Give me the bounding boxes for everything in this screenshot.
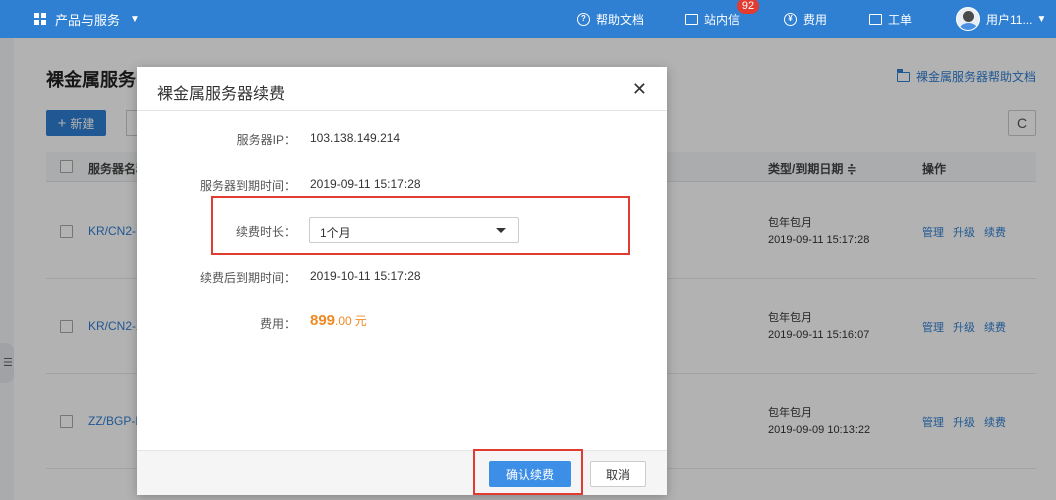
new-expire-label: 续费后到期时间： [199, 271, 296, 285]
avatar [956, 7, 980, 31]
new-expire-row: 续费后到期时间： 2019-10-11 15:17:28 [137, 269, 667, 289]
user-menu[interactable]: 用户11... ▼ [956, 0, 1046, 38]
chevron-down-icon: ▼ [130, 13, 140, 25]
expire-label: 服务器到期时间： [199, 179, 296, 193]
messages-label: 站内信 [704, 12, 741, 27]
dialog-header: 裸金属服务器续费 ✕ [137, 67, 667, 111]
expire-value: 2019-09-11 15:17:28 [310, 177, 421, 191]
chevron-down-icon: ▼ [1036, 13, 1047, 25]
user-name: 用户11... [986, 12, 1033, 27]
help-icon: ? [577, 12, 590, 26]
products-menu[interactable]: 产品与服务 ▼ [34, 0, 140, 38]
fee-label: 费用： [259, 317, 296, 331]
fee-unit: 元 [354, 314, 367, 328]
messages-badge: 92 [737, 0, 759, 14]
messages-link[interactable]: 站内信 92 [685, 0, 759, 38]
fee-value: 899.00 元 [310, 312, 367, 329]
confirm-highlight-box [473, 449, 583, 495]
cancel-button[interactable]: 取消 [590, 461, 646, 487]
billing-link[interactable]: ¥ 费用 [784, 0, 827, 38]
mail-icon [685, 13, 698, 25]
ip-label: 服务器IP： [236, 133, 296, 147]
close-icon[interactable]: ✕ [632, 79, 647, 100]
renew-dialog: 裸金属服务器续费 ✕ 服务器IP： 103.138.149.214 服务器到期时… [137, 67, 667, 495]
fee-decimal: .00 [335, 314, 352, 328]
ticket-icon [869, 13, 882, 25]
ip-value: 103.138.149.214 [310, 131, 401, 145]
products-label: 产品与服务 [55, 12, 121, 28]
top-navbar: 产品与服务 ▼ ? 帮助文档 站内信 92 ¥ 费用 工单 用户11... ▼ [0, 0, 1056, 38]
new-expire-value: 2019-10-11 15:17:28 [310, 269, 421, 283]
dialog-footer: 确认续费 取消 [137, 450, 667, 495]
tickets-label: 工单 [888, 12, 913, 27]
yen-icon: ¥ [784, 12, 797, 26]
fee-amount: 899 [310, 312, 336, 329]
help-docs-link[interactable]: ? 帮助文档 [577, 0, 644, 38]
grid-icon [34, 12, 47, 26]
help-docs-label: 帮助文档 [596, 12, 645, 27]
duration-highlight-box [211, 196, 630, 255]
dialog-title: 裸金属服务器续费 [157, 86, 286, 103]
tickets-link[interactable]: 工单 [869, 0, 912, 38]
ip-row: 服务器IP： 103.138.149.214 [137, 131, 667, 151]
billing-label: 费用 [803, 12, 828, 27]
fee-row: 费用： 899.00 元 [137, 312, 667, 335]
expire-row: 服务器到期时间： 2019-09-11 15:17:28 [137, 177, 667, 197]
